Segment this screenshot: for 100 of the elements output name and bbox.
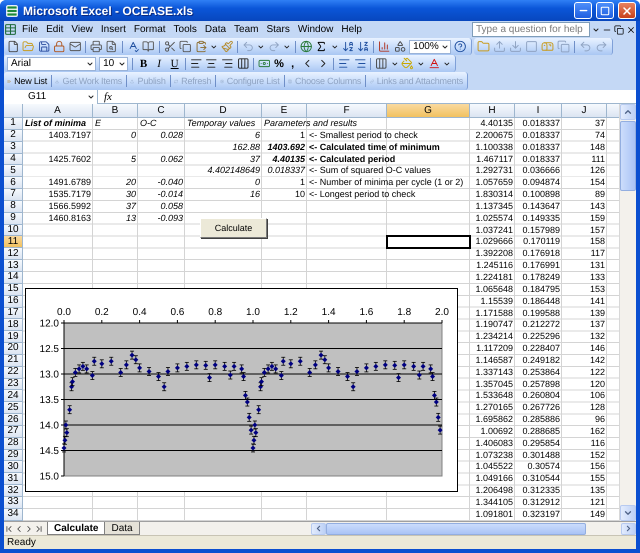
currency-icon[interactable] [258,57,271,70]
menu-item[interactable]: File [19,24,42,35]
scrollbar-thumb[interactable] [620,121,636,191]
close-icon[interactable] [626,24,636,34]
row-header[interactable]: 16 [4,296,23,308]
dropdown-caret-icon[interactable] [443,60,452,68]
name-box[interactable]: G11 [4,90,98,104]
globe-icon[interactable] [300,40,312,53]
row-header[interactable]: 3 [4,142,23,154]
font-size-field[interactable]: 10 [99,56,128,70]
dropdown-caret-icon[interactable] [87,92,95,100]
scroll-down-icon[interactable] [623,508,634,518]
new-file-icon[interactable] [7,40,20,53]
align-center-icon[interactable] [205,57,218,70]
row-header[interactable]: 23 [4,378,23,390]
row-header[interactable]: 14 [4,272,23,284]
row-header[interactable]: 2 [4,130,23,142]
format-button[interactable]: U [168,58,181,70]
column-header[interactable]: F [307,104,387,118]
sum-icon[interactable] [315,40,328,53]
column-header[interactable]: B [93,104,138,118]
font-color-icon[interactable] [428,57,440,70]
copy-icon[interactable] [179,40,192,53]
help-icon[interactable] [454,40,467,53]
row-header[interactable]: 11 [4,236,23,248]
dropdown-caret-icon[interactable] [592,26,600,34]
row-header[interactable]: 18 [4,319,23,332]
row-header[interactable]: 7 [4,189,23,201]
row-header[interactable]: 25 [4,402,23,414]
spreadsheet-icon[interactable] [4,23,17,36]
close-button[interactable] [618,2,636,19]
row-header[interactable]: 13 [4,260,23,272]
row-header[interactable]: 5 [4,165,23,178]
maximize-button[interactable] [596,2,614,19]
dropdown-caret-icon[interactable] [330,42,338,50]
dropdown-caret-icon[interactable] [257,42,265,50]
print-preview-icon[interactable] [105,40,118,53]
menu-item[interactable]: View [68,24,96,35]
sheet-tab[interactable]: Calculate [47,522,106,535]
lock-icon[interactable] [53,40,66,53]
menu-item[interactable]: Stars [263,24,293,35]
menu-item[interactable]: Data [202,24,230,35]
row-header[interactable]: 19 [4,331,23,344]
menu-item[interactable]: Tools [170,24,200,35]
zoom-field[interactable]: 100% [409,40,452,54]
row-header[interactable]: 10 [4,224,23,236]
dropdown-caret-icon[interactable] [441,42,450,50]
row-header[interactable]: 28 [4,438,23,450]
sheet-tab[interactable]: Data [104,522,140,535]
active-cell[interactable] [387,236,470,248]
row-header[interactable]: 32 [4,485,23,497]
calculate-button[interactable]: Calculate [200,218,267,238]
column-header[interactable]: A [23,104,93,118]
dropdown-caret-icon[interactable] [86,60,94,68]
menu-item[interactable]: Team [231,24,262,35]
toolbar-button[interactable]: New List [14,76,48,86]
row-header[interactable]: 33 [4,497,23,509]
help-search-field[interactable]: Type a question for help [472,22,590,37]
row-header[interactable]: 21 [4,354,23,367]
row-header[interactable]: 9 [4,212,23,225]
row-header[interactable]: 26 [4,414,23,426]
decrease-indent-icon[interactable] [338,57,351,70]
column-header[interactable]: H [470,104,515,118]
save-icon[interactable] [38,40,50,53]
font-field[interactable]: Arial [7,56,96,70]
format-button[interactable]: B [137,58,150,70]
dropdown-caret-icon[interactable] [283,42,292,50]
row-header[interactable]: 29 [4,450,23,462]
menu-item[interactable]: Help [338,24,365,35]
restore-icon[interactable] [614,24,624,34]
vertical-scrollbar[interactable] [619,104,636,521]
format-button[interactable]: I [152,58,166,70]
print-icon[interactable] [90,40,102,53]
column-header[interactable]: C [138,104,185,118]
scrollbar-thumb[interactable] [326,522,586,534]
row-header[interactable]: 4 [4,154,23,166]
sort-descending-icon[interactable] [356,40,370,53]
column-header[interactable]: E [262,104,307,118]
chart-icon[interactable] [378,40,391,53]
row-header[interactable]: 20 [4,343,23,355]
fill-color-icon[interactable] [401,57,414,70]
scroll-right-icon[interactable] [624,524,633,533]
column-header[interactable]: G [387,104,470,118]
column-header[interactable]: J [562,104,607,118]
menu-item[interactable]: Window [294,24,336,35]
percent-button[interactable]: % [274,58,284,70]
comma-button[interactable]: , [287,58,298,70]
row-header[interactable]: 17 [4,308,23,320]
align-right-icon[interactable] [221,57,234,70]
scroll-left-icon[interactable] [314,524,323,533]
mail-icon[interactable] [68,40,82,53]
shapes-icon[interactable] [394,40,406,53]
row-header[interactable]: 1 [4,118,23,130]
row-header[interactable]: 15 [4,284,23,296]
last-sheet-icon[interactable] [34,524,44,534]
scroll-up-icon[interactable] [623,107,634,117]
menu-item[interactable]: Edit [43,24,66,35]
cut-icon[interactable] [164,40,176,53]
row-header[interactable]: 12 [4,248,23,260]
row-header[interactable]: 22 [4,366,23,379]
